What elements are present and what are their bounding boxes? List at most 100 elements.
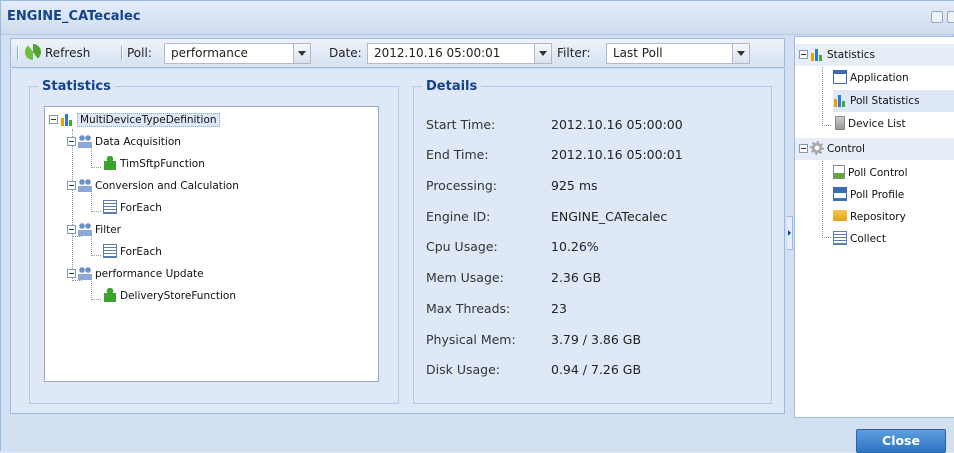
date-select[interactable]: 2012.10.16 05:00:01 [367,43,552,64]
poll-select-value: performance [171,46,248,60]
collapse-icon[interactable] [67,269,76,278]
detail-value: 0.94 / 7.26 GB [551,362,642,377]
tree-node[interactable]: Data Acquisition [67,132,181,152]
tree-node[interactable]: Conversion and Calculation [67,176,239,196]
chart-icon [60,112,74,126]
detail-label: Engine ID: [426,209,491,224]
detail-value: ENGINE_CATecalec [551,209,668,224]
statistics-group: Statistics MultiDeviceTypeDefinition Dat… [29,79,399,404]
tree-node[interactable]: performance Update [67,264,204,284]
window-titlebar[interactable]: ENGINE_CATecalec [1,1,954,35]
chart-icon [810,47,824,61]
nav-group-label: Statistics [827,49,875,61]
detail-label: Max Threads: [426,301,511,316]
collapse-icon[interactable] [67,225,76,234]
chevron-down-icon[interactable] [293,44,310,63]
chevron-down-icon[interactable] [534,44,551,63]
detail-label: Mem Usage: [426,270,504,285]
nav-item-label: Device List [848,118,906,130]
document-icon [833,165,845,179]
list-icon [103,244,117,258]
poll-select[interactable]: performance [164,43,311,64]
list-icon [103,200,117,214]
window-icon [833,70,847,84]
detail-value: 2.36 GB [551,270,602,285]
tree-node-label: Data Acquisition [95,136,181,148]
tree-node[interactable]: Filter [67,220,121,240]
people-icon [78,134,92,148]
refresh-icon [25,44,41,60]
nav-group-control[interactable]: Control [795,138,954,160]
maximize-icon[interactable] [931,11,943,23]
collapse-panel-icon[interactable] [787,216,793,250]
collapse-icon[interactable] [67,137,76,146]
puzzle-icon [103,288,117,302]
detail-label: Disk Usage: [426,362,500,377]
close-window-icon[interactable] [947,11,954,23]
nav-group-statistics[interactable]: Statistics [795,44,954,66]
nav-item-label: Poll Profile [850,189,905,201]
tree-node[interactable]: DeliveryStoreFunction [103,286,236,306]
details-group: Details Start Time: 2012.10.16 05:00:00 … [413,79,772,404]
detail-label: Processing: [426,178,497,193]
panel-splitter[interactable] [786,36,794,418]
people-icon [78,222,92,236]
detail-label: Physical Mem: [426,332,516,347]
nav-item-poll-statistics[interactable]: Poll Statistics [833,90,954,112]
nav-item-poll-profile[interactable]: Poll Profile [833,184,904,206]
chevron-down-icon[interactable] [732,44,749,63]
tree-node-label: Conversion and Calculation [95,180,239,192]
detail-label: End Time: [426,147,489,162]
tree-node[interactable]: ForEach [103,198,162,218]
people-icon [78,178,92,192]
nav-item-application[interactable]: Application [833,67,909,89]
list-icon [833,231,847,245]
tree-connector [822,157,831,238]
poll-label: Poll: [127,46,152,60]
nav-item-label: Application [850,72,909,84]
detail-label: Start Time: [426,117,496,132]
navigation-tree: Statistics Application Poll Statistics D… [794,36,954,418]
folder-icon [833,210,847,221]
collapse-icon[interactable] [799,50,808,59]
statistics-tree[interactable]: MultiDeviceTypeDefinition Data Acquisiti… [44,106,379,382]
toolbar-separator [121,46,122,61]
floppy-disk-icon [833,187,847,201]
tree-node-label: ForEach [120,202,162,214]
nav-item-label: Poll Control [848,167,908,179]
window-footer: Close [1,418,954,453]
refresh-button[interactable]: Refresh [25,39,90,67]
tree-node-root[interactable]: MultiDeviceTypeDefinition [49,110,220,130]
engine-statistics-window: ENGINE_CATecalec Refresh Poll: performan… [0,0,954,453]
close-button[interactable]: Close [856,429,946,453]
filter-label: Filter: [557,46,591,60]
collapse-icon[interactable] [67,181,76,190]
refresh-label: Refresh [45,46,91,60]
device-icon [835,116,845,130]
nav-item-label: Repository [850,211,906,223]
detail-value: 10.26% [551,239,599,254]
window-title: ENGINE_CATecalec [7,9,141,24]
tree-node[interactable]: ForEach [103,242,162,262]
filter-select[interactable]: Last Poll [606,43,750,64]
tree-node-label: Filter [95,224,122,236]
puzzle-icon [103,156,117,170]
tree-node-label: DeliveryStoreFunction [120,290,236,302]
main-panel: Statistics MultiDeviceTypeDefinition Dat… [10,69,785,414]
people-icon [78,266,92,280]
collapse-icon[interactable] [49,115,58,124]
nav-item-device-list[interactable]: Device List [833,113,906,135]
nav-item-repository[interactable]: Repository [833,206,906,228]
nav-item-poll-control[interactable]: Poll Control [833,162,908,184]
date-label: Date: [329,46,362,60]
detail-value: 925 ms [551,178,598,193]
nav-item-collect[interactable]: Collect [833,228,886,250]
tree-node-label: MultiDeviceTypeDefinition [77,113,220,127]
filter-select-value: Last Poll [613,46,663,60]
nav-item-label: Poll Statistics [850,95,920,107]
toolbar-separator [17,46,18,61]
collapse-icon[interactable] [799,144,808,153]
tree-node[interactable]: TimSftpFunction [103,154,205,174]
gear-icon [810,141,824,155]
nav-item-label: Collect [850,233,886,245]
